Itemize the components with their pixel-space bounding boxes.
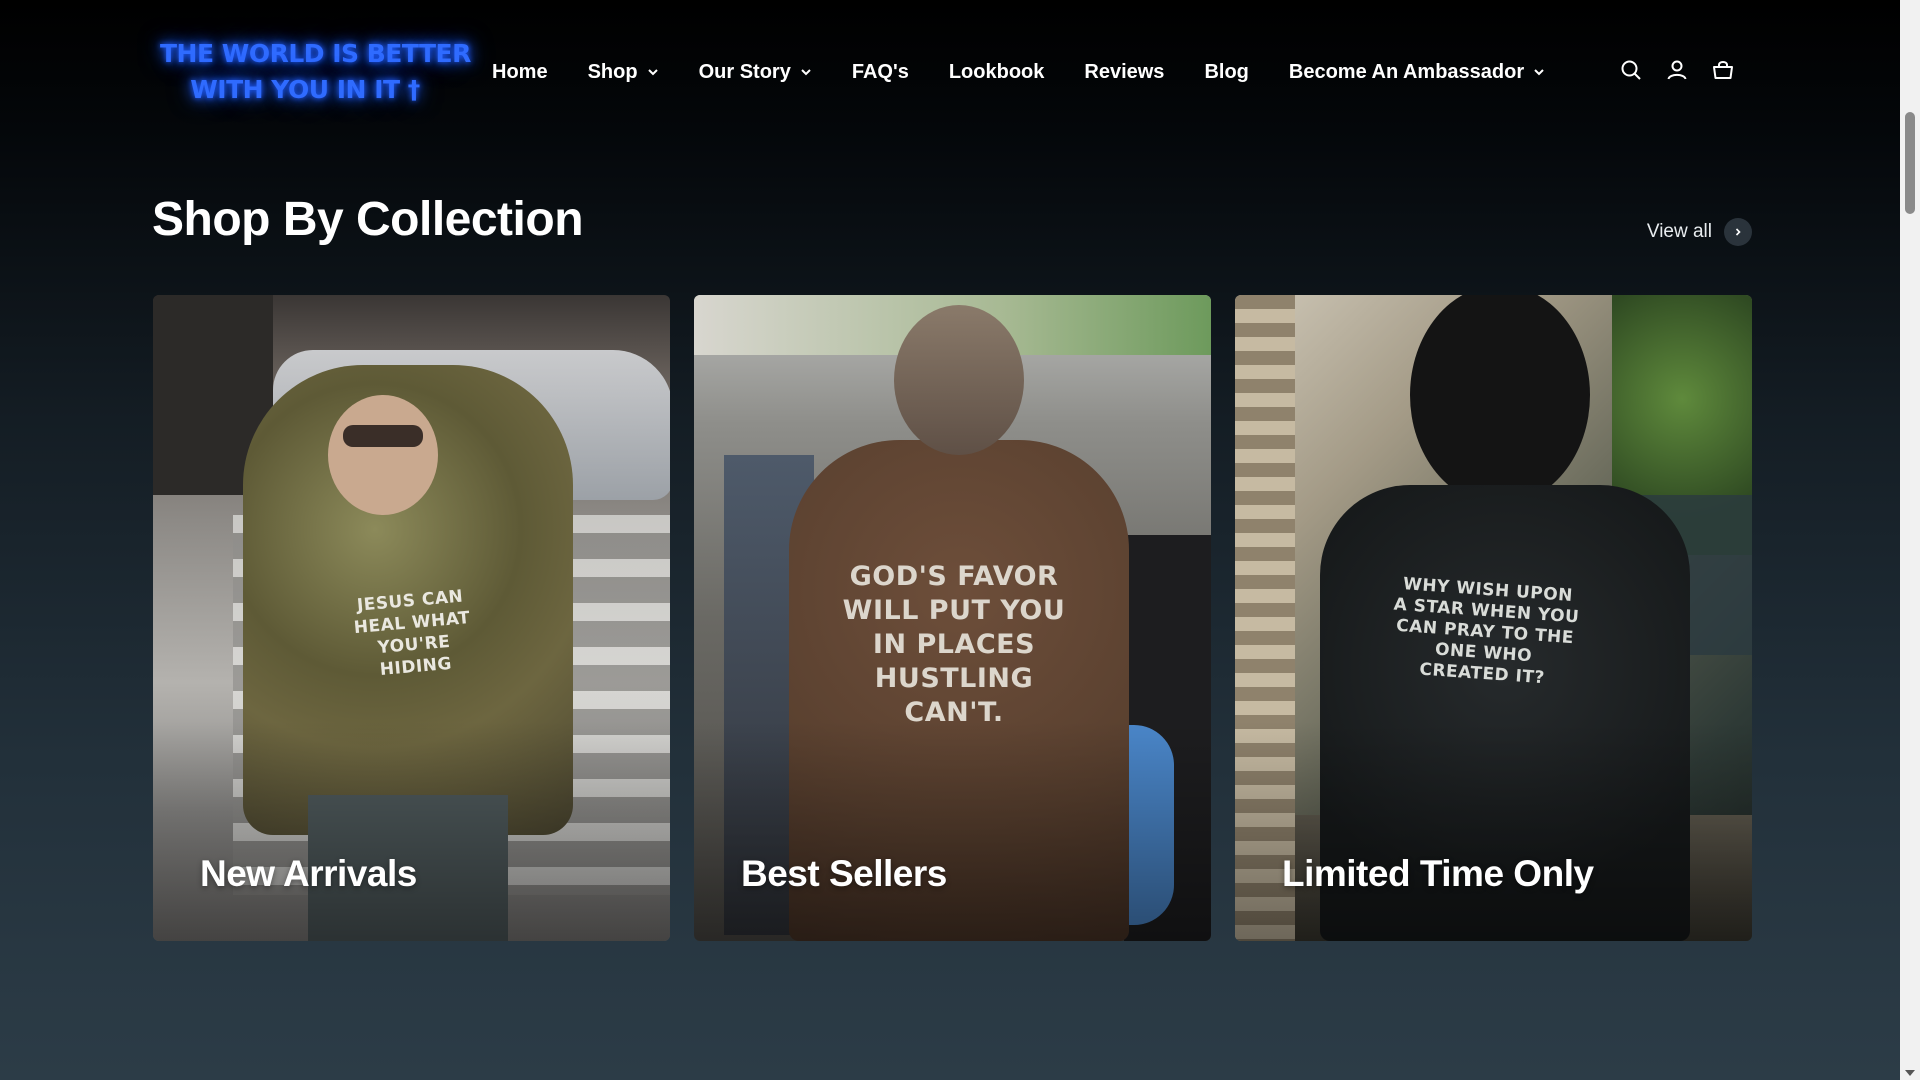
nav-become-ambassador[interactable]: Become An Ambassador [1289, 61, 1545, 84]
nav-become-ambassador-label: Become An Ambassador [1288, 60, 1525, 83]
collection-label: New Arrivals [200, 853, 417, 894]
site-header: THE WORLD IS BETTER WITH YOU IN IT † Hom… [0, 0, 1900, 145]
logo-line-2: WITH YOU IN IT † [190, 75, 420, 104]
nav-blog-label: Blog [1204, 60, 1249, 83]
nav-our-story-label: Our Story [698, 60, 791, 83]
image-shade [153, 721, 670, 941]
cart-icon[interactable] [1711, 58, 1735, 82]
page-scrollbar[interactable] [1900, 0, 1920, 1080]
collection-card-limited-time-only[interactable]: WHY WISH UPON A STAR WHEN YOU CAN PRAY T… [1235, 295, 1752, 941]
account-icon[interactable] [1665, 58, 1689, 82]
collection-card-best-sellers[interactable]: GOD'S FAVOR WILL PUT YOU IN PLACES HUSTL… [694, 295, 1211, 941]
view-all-label: View all [1646, 221, 1712, 242]
nav-lookbook[interactable]: Lookbook [949, 61, 1045, 84]
chevron-right-icon [1735, 228, 1741, 236]
collection-grid: JESUS CAN HEAL WHAT YOU'RE HIDING New Ar… [153, 295, 1752, 941]
chevron-down-icon [1534, 69, 1544, 76]
nav-blog[interactable]: Blog [1204, 61, 1248, 84]
header-actions [1619, 58, 1735, 82]
search-icon[interactable] [1619, 58, 1643, 82]
nav-reviews[interactable]: Reviews [1084, 61, 1164, 84]
shirt-print-text: JESUS CAN HEAL WHAT YOU'RE HIDING [353, 586, 472, 680]
shirt-print-text: WHY WISH UPON A STAR WHEN YOU CAN PRAY T… [1393, 574, 1580, 689]
image-shade [1235, 721, 1752, 941]
section-title: Shop By Collection [152, 193, 584, 246]
collection-card-new-arrivals[interactable]: JESUS CAN HEAL WHAT YOU'RE HIDING New Ar… [153, 295, 670, 941]
view-all-link[interactable]: View all [1647, 218, 1752, 246]
nav-lookbook-label: Lookbook [948, 60, 1045, 83]
image-shade [694, 721, 1211, 941]
scrollbar-thumb[interactable] [1905, 112, 1915, 214]
nav-home-label: Home [492, 60, 548, 83]
arrow-circle [1724, 218, 1752, 246]
nav-faqs[interactable]: FAQ's [852, 61, 909, 84]
nav-shop[interactable]: Shop [588, 61, 659, 84]
chevron-down-icon [647, 69, 658, 76]
nav-our-story[interactable]: Our Story [699, 61, 812, 84]
collection-label: Limited Time Only [1282, 853, 1594, 894]
collection-label: Best Sellers [741, 853, 947, 894]
nav-home[interactable]: Home [492, 61, 548, 84]
chevron-down-icon [801, 69, 811, 76]
nav-faqs-label: FAQ's [851, 60, 909, 83]
nav-reviews-label: Reviews [1084, 60, 1165, 83]
logo-line-1: THE WORLD IS BETTER [160, 39, 471, 68]
brand-logo[interactable]: THE WORLD IS BETTER WITH YOU IN IT † [160, 36, 471, 108]
scroll-down-arrow-icon[interactable] [1905, 1070, 1915, 1076]
main-nav: Home Shop Our Story FAQ's Lookbook Revie… [492, 52, 1585, 92]
shirt-print-text: GOD'S FAVOR WILL PUT YOU IN PLACES HUSTL… [842, 561, 1066, 728]
nav-shop-label: Shop [587, 60, 638, 83]
